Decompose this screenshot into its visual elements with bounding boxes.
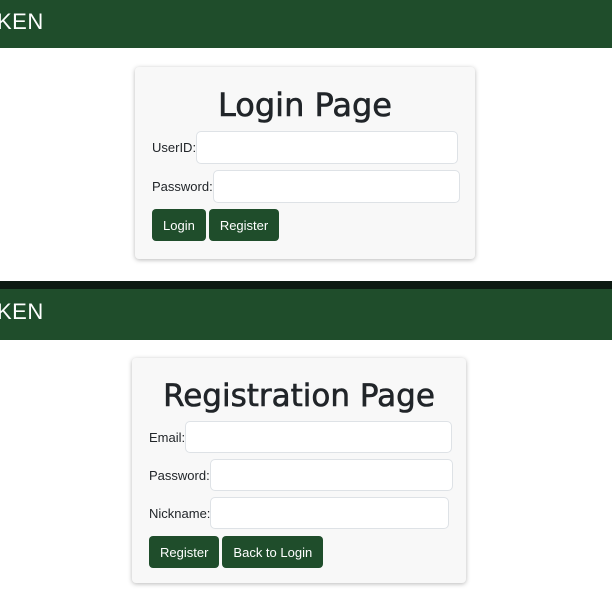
login-button[interactable]: Login <box>152 209 206 241</box>
password-row: Password: <box>152 170 460 203</box>
password-label: Password: <box>149 467 210 483</box>
email-label: Email: <box>149 429 186 445</box>
navbar: KEN <box>0 289 612 340</box>
userid-input[interactable] <box>196 131 459 164</box>
registration-card: Registration Page Email: Password: Nickn… <box>132 358 466 583</box>
nickname-row: Nickname: <box>149 497 450 529</box>
password-input[interactable] <box>212 170 460 203</box>
page-title: Login Page <box>218 86 393 124</box>
register-button[interactable]: Register <box>149 536 220 568</box>
page-title: Registration Page <box>163 378 435 415</box>
password-row: Password: <box>149 459 453 491</box>
userid-label: UserID: <box>152 140 197 155</box>
navbar: KEN <box>0 0 612 48</box>
screenshot-divider <box>0 281 612 289</box>
nickname-input[interactable] <box>210 497 450 529</box>
nickname-label: Nickname: <box>149 505 211 521</box>
email-row: Email: <box>149 421 453 453</box>
userid-row: UserID: <box>152 131 459 164</box>
password-label: Password: <box>152 179 213 194</box>
login-actions: Login Register <box>152 209 280 241</box>
navbar-brand[interactable]: KEN <box>0 9 44 35</box>
registration-actions: Register Back to Login <box>149 536 324 568</box>
login-card: Login Page UserID: Password: Login Regis… <box>135 67 475 259</box>
register-button[interactable]: Register <box>208 209 280 241</box>
navbar-brand[interactable]: KEN <box>0 299 44 325</box>
password-input[interactable] <box>209 459 453 491</box>
email-input[interactable] <box>185 421 453 453</box>
back-to-login-button[interactable]: Back to Login <box>222 536 324 568</box>
